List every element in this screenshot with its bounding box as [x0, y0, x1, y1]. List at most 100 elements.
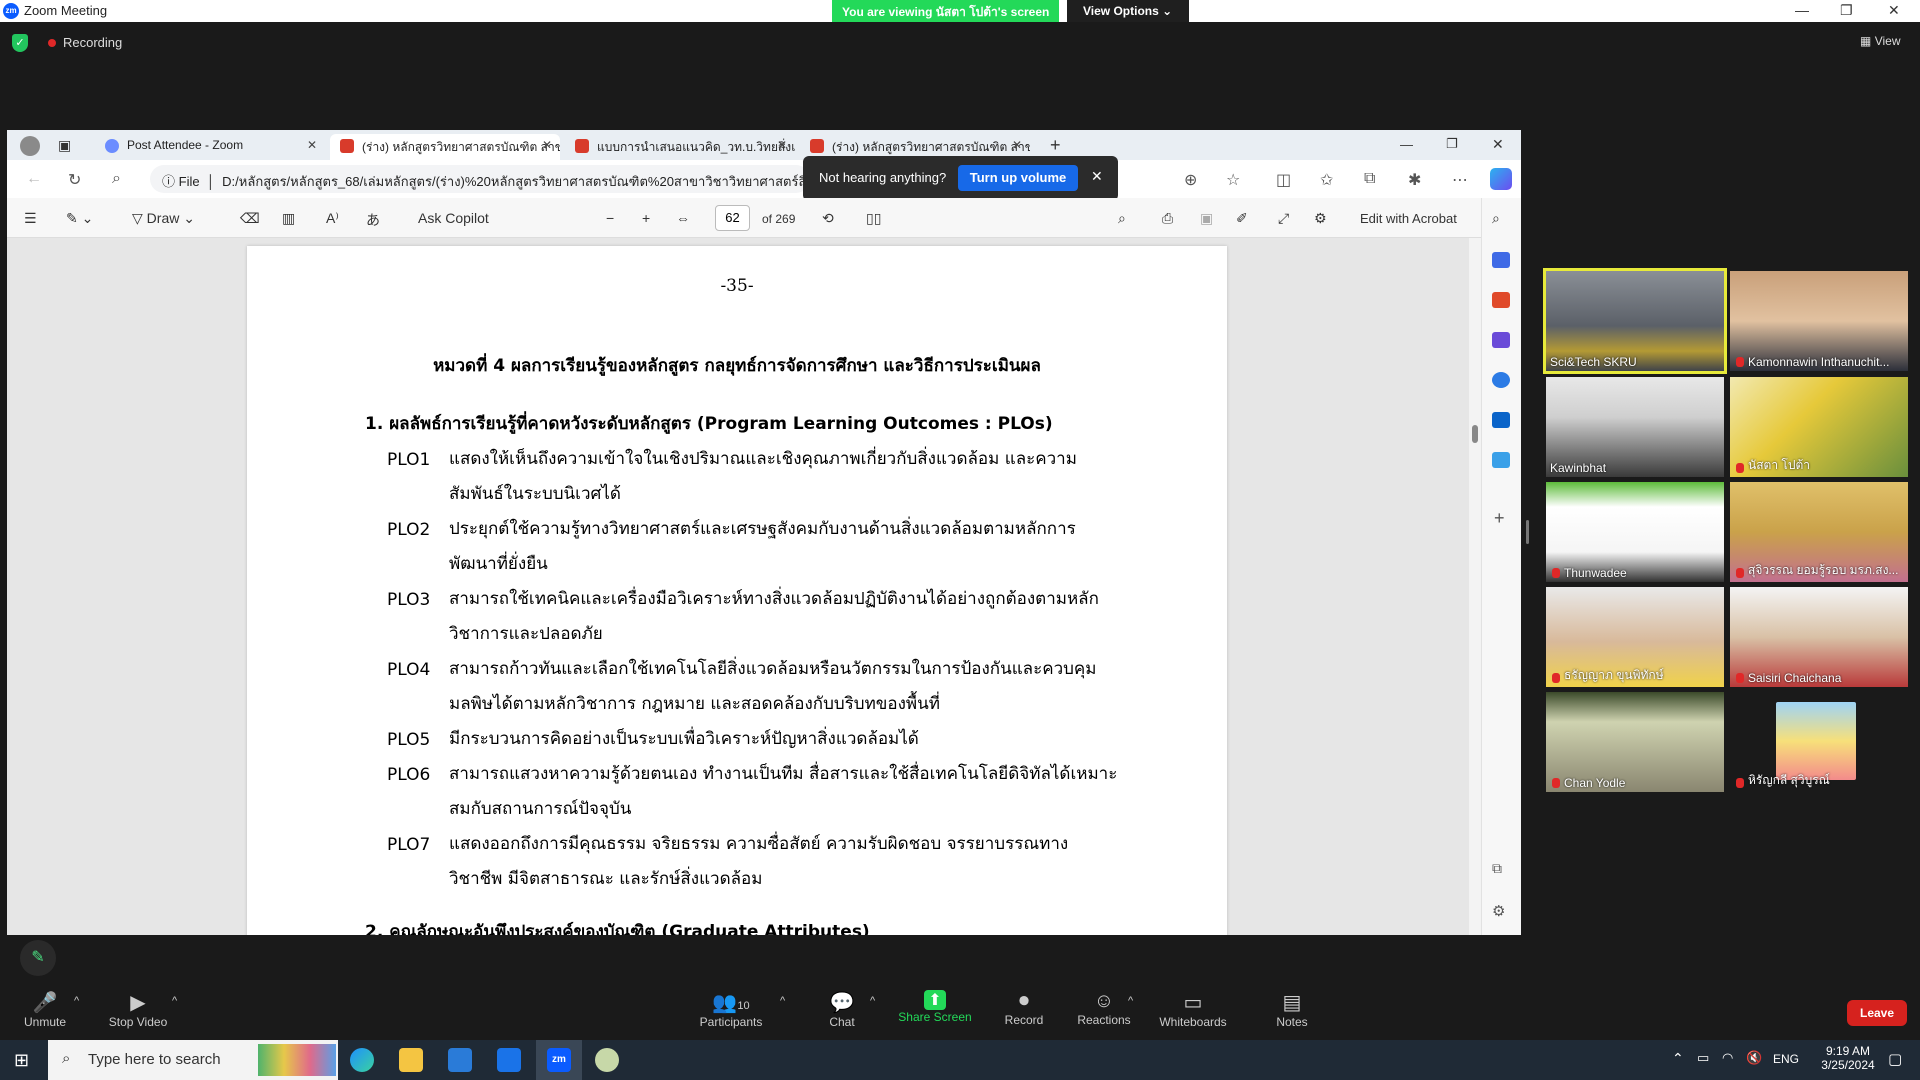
print-icon[interactable]: ⎙: [1162, 210, 1173, 227]
favorites-icon[interactable]: ✩: [1320, 170, 1333, 190]
url-input[interactable]: ⓘ File │ D:/หลักสูตร/หลักสูตร_68/เล่มหลั…: [150, 165, 810, 193]
highlight-icon[interactable]: ✎ ⌄: [66, 210, 93, 227]
chat-chevron-icon[interactable]: ^: [870, 995, 875, 1007]
new-tab-icon[interactable]: +: [1050, 135, 1061, 156]
toast-close-icon[interactable]: ✕: [1091, 168, 1103, 185]
fit-width-icon[interactable]: ⇔: [676, 210, 690, 226]
extensions-icon[interactable]: ✱: [1408, 170, 1421, 190]
rotate-icon[interactable]: ⟲: [822, 210, 834, 227]
browser-minimize-icon[interactable]: —: [1400, 137, 1413, 152]
participants-button[interactable]: 👥10 Participants: [686, 990, 776, 1029]
browser-close-icon[interactable]: ✕: [1492, 136, 1504, 153]
search-icon[interactable]: ⌕: [112, 170, 121, 188]
video-tile[interactable]: Chan Yodle: [1546, 692, 1724, 792]
tab-curriculum-draft-active[interactable]: (ร่าง) หลักสูตรวิทยาศาสตรบัณฑิต สาข ✕: [330, 134, 560, 160]
view-options-button[interactable]: View Options ⌄: [1067, 0, 1189, 22]
view-button[interactable]: ▦ View: [1860, 34, 1900, 48]
ask-copilot-button[interactable]: Ask Copilot: [418, 210, 489, 226]
more-options-icon[interactable]: ⋯: [1452, 170, 1468, 190]
notification-icon[interactable]: ▢: [1888, 1050, 1902, 1068]
draw-button[interactable]: ▽ Draw ⌄: [132, 210, 195, 227]
edge-icon[interactable]: [350, 1048, 374, 1072]
video-tile[interactable]: สุจิวรรณ ยอมรู้รอบ มรภ.สง...: [1730, 482, 1908, 582]
save-as-icon[interactable]: ✐: [1236, 210, 1248, 227]
reactions-button[interactable]: ☺ Reactions: [1059, 990, 1149, 1027]
video-tile[interactable]: Saisiri Chaichana: [1730, 587, 1908, 687]
fullscreen-icon[interactable]: ⤢: [1278, 210, 1289, 227]
collections-icon[interactable]: ⧉: [1364, 170, 1375, 188]
sidebar-shopping-icon[interactable]: [1492, 252, 1510, 268]
page-view-icon[interactable]: ▯▯: [866, 210, 881, 227]
input-language[interactable]: ENG: [1773, 1052, 1799, 1066]
battery-icon[interactable]: ▭: [1697, 1050, 1709, 1066]
refresh-icon[interactable]: ↻: [68, 170, 81, 190]
video-tile[interactable]: Thunwadee: [1546, 482, 1724, 582]
reactions-chevron-icon[interactable]: ^: [1128, 995, 1133, 1007]
sidebar-search-icon[interactable]: ⌕: [1492, 210, 1510, 226]
video-tile[interactable]: Kawinbhat: [1546, 377, 1724, 477]
panel-resize-handle[interactable]: [1526, 520, 1529, 544]
video-tile[interactable]: หิรัญกลี สุวิบูรณ์: [1730, 692, 1908, 792]
read-aloud-icon[interactable]: A⁾: [326, 210, 339, 227]
audio-options-chevron-icon[interactable]: ^: [74, 995, 79, 1007]
turn-up-volume-button[interactable]: Turn up volume: [958, 165, 1078, 191]
sidebar-tools-icon[interactable]: [1492, 292, 1510, 308]
microsoft-store-icon[interactable]: [448, 1048, 472, 1072]
close-tab-icon[interactable]: ✕: [307, 138, 317, 152]
close-tab-icon[interactable]: ✕: [542, 138, 552, 152]
tab-concept-form[interactable]: แบบการนำเสนอแนวคิด_วท.บ.วิทยสิ่งแ ✕: [565, 134, 795, 160]
close-tab-icon[interactable]: ✕: [777, 138, 787, 152]
edit-with-acrobat-button[interactable]: Edit with Acrobat: [1360, 211, 1457, 226]
share-screen-button[interactable]: ⬆ Share Screen: [890, 990, 980, 1024]
pdf-viewer[interactable]: -35- หมวดที่ 4 ผลการเรียนรู้ของหลักสูตร …: [7, 238, 1469, 935]
close-tab-icon[interactable]: ✕: [1012, 138, 1022, 152]
file-explorer-icon[interactable]: [399, 1048, 423, 1072]
whiteboards-button[interactable]: ▭ Whiteboards: [1148, 990, 1238, 1029]
sidebar-settings-icon[interactable]: ⚙: [1492, 902, 1505, 920]
find-icon[interactable]: ⌕: [1118, 210, 1126, 227]
annotate-pen-icon[interactable]: ✎: [20, 940, 56, 976]
record-button[interactable]: ⏺ Record: [979, 990, 1069, 1027]
video-tile[interactable]: ธรัญญาภ ขุนพิทักษ์: [1546, 587, 1724, 687]
zoom-in-icon[interactable]: ⊕: [1184, 170, 1197, 190]
minimize-icon[interactable]: —: [1795, 2, 1809, 18]
security-shield-icon[interactable]: ✓: [12, 34, 28, 52]
contents-icon[interactable]: ☰: [24, 210, 37, 227]
video-tile[interactable]: นัสตา โปต้า: [1730, 377, 1908, 477]
close-icon[interactable]: ✕: [1888, 2, 1900, 19]
app-taskbar-icon[interactable]: [595, 1048, 619, 1072]
participants-chevron-icon[interactable]: ^: [780, 995, 785, 1007]
favorite-star-icon[interactable]: ☆: [1226, 170, 1240, 190]
sidebar-send-icon[interactable]: [1492, 452, 1510, 468]
stop-video-button[interactable]: ▶ Stop Video: [93, 990, 183, 1029]
volume-muted-icon[interactable]: 🔇: [1746, 1050, 1762, 1066]
sidebar-outlook-icon[interactable]: [1492, 412, 1510, 428]
tab-actions-icon[interactable]: ▣: [58, 137, 71, 154]
zoom-taskbar-active[interactable]: zm: [536, 1040, 582, 1080]
zoom-in-pdf-icon[interactable]: +: [642, 210, 650, 226]
notes-button[interactable]: ▤ Notes: [1247, 990, 1337, 1029]
wifi-icon[interactable]: ◠: [1722, 1050, 1733, 1066]
video-tile[interactable]: Kamonnawin Inthanuchit...: [1730, 271, 1908, 371]
copilot-icon[interactable]: [1490, 168, 1512, 190]
browser-restore-icon[interactable]: ❐: [1446, 136, 1458, 152]
translate-icon[interactable]: あ: [366, 210, 380, 230]
sidebar-office-icon[interactable]: [1492, 372, 1510, 388]
video-options-chevron-icon[interactable]: ^: [172, 995, 177, 1007]
restore-icon[interactable]: ❐: [1840, 2, 1853, 19]
page-number-input[interactable]: 62: [715, 205, 750, 231]
sidebar-games-icon[interactable]: [1492, 332, 1510, 348]
pdf-scrollbar[interactable]: [1469, 238, 1481, 935]
taskbar-clock[interactable]: 9:19 AM 3/25/2024: [1818, 1044, 1878, 1072]
windows-start-icon[interactable]: ⊞: [14, 1050, 29, 1071]
sidebar-screenshot-icon[interactable]: ⧉: [1492, 860, 1502, 877]
mail-icon[interactable]: [497, 1048, 521, 1072]
back-icon[interactable]: ←: [26, 170, 42, 188]
text-box-icon[interactable]: ▥: [282, 210, 295, 227]
eraser-icon[interactable]: ⌫: [240, 210, 260, 227]
tray-chevron-icon[interactable]: ⌃: [1672, 1050, 1684, 1067]
split-screen-icon[interactable]: ◫: [1276, 170, 1291, 190]
leave-button[interactable]: Leave: [1847, 1000, 1907, 1026]
video-tile[interactable]: Sci&Tech SKRU: [1543, 268, 1727, 374]
profile-avatar[interactable]: [20, 136, 40, 156]
